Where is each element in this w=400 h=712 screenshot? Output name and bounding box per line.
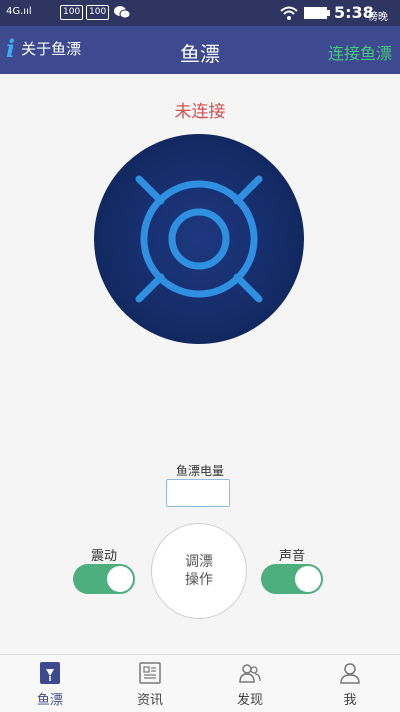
adjust-float-line1: 调漂 <box>185 554 213 570</box>
nav-bar: i 关于鱼漂 鱼漂 连接鱼漂 <box>0 26 400 74</box>
sound-label: 声音 <box>279 549 306 564</box>
battery-badge-a: 100 <box>60 5 84 20</box>
tab-bar: 鱼漂 资讯 发现 我 <box>0 654 400 712</box>
news-icon <box>138 661 162 685</box>
sound-toggle[interactable] <box>261 564 323 594</box>
battery-label: 鱼漂电量 <box>175 464 224 478</box>
tab-label: 发现 <box>236 693 263 708</box>
tab-news[interactable]: 资讯 <box>100 655 200 712</box>
target-icon <box>135 175 263 303</box>
toggle-knob <box>107 566 133 592</box>
adjust-float-line2: 操作 <box>185 572 213 588</box>
connect-button[interactable]: 连接鱼漂 <box>328 40 392 64</box>
tab-label: 我 <box>343 693 357 708</box>
tab-label: 鱼漂 <box>36 693 63 708</box>
toggle-knob <box>295 566 321 592</box>
wechat-icon <box>114 5 131 22</box>
connection-status: 未连接 <box>174 102 226 122</box>
vibration-toggle[interactable] <box>73 564 135 594</box>
tab-label: 资讯 <box>136 693 163 708</box>
battery-value-box <box>166 479 230 507</box>
vibration-label: 震动 <box>91 549 118 564</box>
status-bar: 4G.ııl 100 100 5:38 傍晚 <box>0 0 400 26</box>
battery-badge-b: 100 <box>86 5 110 20</box>
discover-icon <box>238 661 262 685</box>
battery-icon <box>304 7 330 22</box>
float-icon <box>38 661 62 685</box>
tab-profile[interactable]: 我 <box>300 655 400 712</box>
profile-icon <box>338 661 362 685</box>
adjust-float-button[interactable]: 调漂 操作 <box>151 523 247 619</box>
tab-discover[interactable]: 发现 <box>200 655 300 712</box>
float-display[interactable] <box>94 134 304 344</box>
clock-period: 傍晚 <box>368 12 388 23</box>
signal-indicator: 4G.ııl <box>6 6 32 17</box>
wifi-icon <box>280 6 298 23</box>
tab-float[interactable]: 鱼漂 <box>0 655 100 712</box>
